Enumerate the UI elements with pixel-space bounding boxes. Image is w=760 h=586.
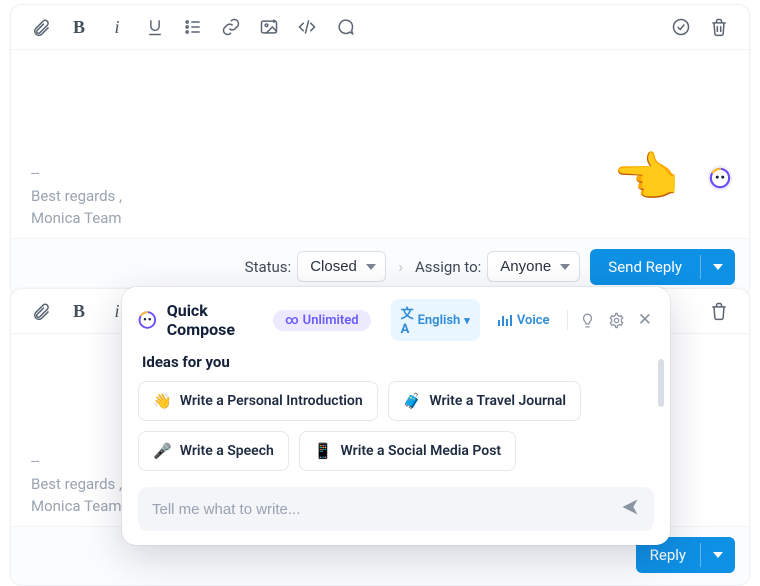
divider [567,310,568,330]
editor-toolbar: B i [11,5,749,50]
editor-body[interactable]: -- Best regards , Monica Team 👉 [11,50,749,238]
comment-button[interactable] [331,13,359,41]
trash-icon[interactable] [705,297,733,325]
quick-compose-input-row [122,475,670,545]
quick-compose-input[interactable] [152,501,610,518]
assign-label: Assign to: [415,258,481,276]
signature-line2: Monica Team [31,207,729,230]
list-button[interactable] [179,13,207,41]
scrollbar-thumb[interactable] [658,359,664,407]
voice-button[interactable]: Voice [490,309,558,332]
quick-compose-header: Quick Compose ∞ Unlimited 文A English ▾ V… [122,287,670,347]
signature-line1: Best regards , [31,185,729,208]
idea-travel-journal[interactable]: 🧳 Write a Travel Journal [388,381,581,421]
trash-icon[interactable] [705,13,733,41]
idea-speech[interactable]: 🎤 Write a Speech [138,431,289,471]
quick-compose-panel: Quick Compose ∞ Unlimited 文A English ▾ V… [122,287,670,545]
quick-compose-title: Quick Compose [167,301,263,339]
chevron-down-icon: ▾ [464,314,470,327]
unlimited-badge: ∞ Unlimited [273,310,371,331]
chevron-separator-icon: › [396,257,405,276]
code-button[interactable] [293,13,321,41]
send-reply-dropdown[interactable] [700,255,735,279]
status-select[interactable]: Closed [297,251,386,282]
signature-dashes: -- [31,162,729,185]
link-button[interactable] [217,13,245,41]
ideas-list: 👋 Write a Personal Introduction 🧳 Write … [122,381,670,475]
phone-icon: 📱 [314,442,333,460]
close-icon[interactable]: ✕ [636,310,654,330]
infinity-icon: ∞ [285,313,299,328]
attach-icon[interactable] [27,13,55,41]
image-button[interactable] [255,13,283,41]
status-label: Status: [245,258,292,276]
language-value: English [418,313,461,328]
send-reply-button[interactable]: Send Reply [590,249,700,285]
wave-icon: 👋 [153,392,172,410]
microphone-icon: 🎤 [153,442,172,460]
idea-personal-intro[interactable]: 👋 Write a Personal Introduction [138,381,378,421]
ideas-heading: Ideas for you [122,347,670,381]
bold-button[interactable]: B [65,297,93,325]
send-icon[interactable] [620,497,640,521]
monica-logo-icon [138,309,157,331]
hint-icon[interactable] [578,309,597,331]
underline-button[interactable] [141,13,169,41]
send-reply-button-group: Send Reply [590,249,735,285]
approve-icon[interactable] [667,13,695,41]
idea-social-post[interactable]: 📱 Write a Social Media Post [299,431,516,471]
language-selector[interactable]: 文A English ▾ [391,299,480,341]
assign-select[interactable]: Anyone [487,251,580,282]
language-icon: 文A [401,303,414,337]
settings-icon[interactable] [607,309,626,331]
monica-launcher-icon[interactable] [709,167,731,189]
reply-editor-top: B i -- Best regards , Monica Te [10,4,750,298]
italic-button[interactable]: i [103,13,131,41]
attach-icon[interactable] [27,297,55,325]
reply-dropdown[interactable] [700,543,735,567]
bold-button[interactable]: B [65,13,93,41]
luggage-icon: 🧳 [403,392,422,410]
voice-wave-icon [498,315,512,326]
